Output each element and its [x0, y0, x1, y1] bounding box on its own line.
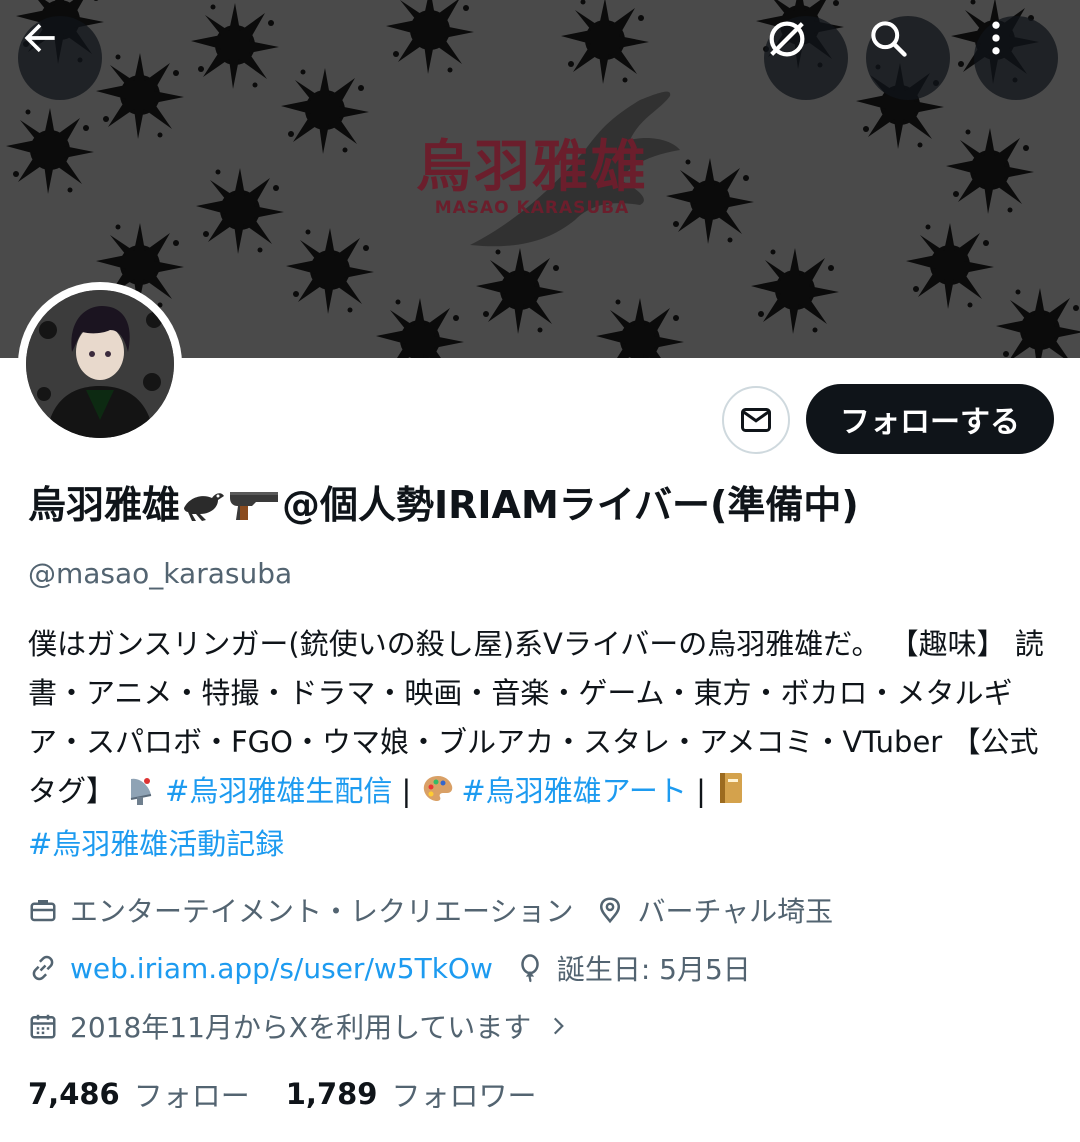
following-count: 7,486 [28, 1077, 120, 1111]
back-arrow-icon [24, 23, 55, 53]
notebook-emoji [716, 771, 746, 820]
bird-emoji [180, 484, 226, 536]
location-pin-icon [600, 897, 621, 924]
user-handle: @masao_karasuba [28, 557, 293, 590]
no-grok-icon [769, 21, 805, 57]
more-icon [992, 21, 1000, 55]
location-text: バーチャル埼玉 [637, 895, 834, 928]
profile-banner[interactable]: 烏羽雅雄 MASAO KARASUBA [0, 0, 1080, 358]
follow-button[interactable]: フォローする [806, 384, 1054, 454]
link-icon [32, 955, 54, 981]
search-icon [871, 21, 907, 57]
meta-location: バーチャル埼玉 [595, 890, 833, 930]
hashtag-art[interactable]: #烏羽雅雄アート [461, 774, 687, 808]
website-link[interactable]: web.iriam.app/s/user/w5TkOw [70, 952, 493, 985]
meta-website[interactable]: web.iriam.app/s/user/w5TkOw [28, 952, 493, 985]
bio: 僕はガンスリンガー(銃使いの殺し屋)系Vライバーの烏羽雅雄だ。 【趣味】 読書・… [28, 620, 1058, 869]
hashtag-activity[interactable]: #烏羽雅雄活動記録 [28, 827, 284, 861]
meta-birthday: 誕生日: 5月5日 [515, 948, 751, 988]
message-button[interactable] [722, 386, 790, 454]
meta-row-2: web.iriam.app/s/user/w5TkOw 誕生日: 5月5日 [28, 948, 773, 988]
display-name: 烏羽雅雄 @個人勢IRIAMライバー(準備中) [28, 480, 1068, 536]
category-text: エンターテイメント・レクリエーション [70, 895, 574, 928]
satellite-emoji [125, 771, 159, 820]
follow-stats: 7,486 フォロー 1,789 フォロワー [28, 1074, 573, 1114]
hashtag-live[interactable]: #烏羽雅雄生配信 [165, 774, 392, 808]
chevron-right-icon [554, 1017, 565, 1035]
banner-brand-logo: 烏羽雅雄 MASAO KARASUBA [416, 134, 648, 218]
mail-icon [741, 408, 771, 432]
bio-separator-1: | [401, 774, 412, 808]
following-label: フォロー [133, 1079, 250, 1113]
display-name-prefix: 烏羽雅雄 [28, 483, 181, 527]
followers-stat[interactable]: 1,789 フォロワー [286, 1073, 537, 1115]
briefcase-icon [30, 900, 56, 922]
back-button[interactable] [18, 16, 102, 100]
search-button[interactable] [866, 16, 950, 100]
meta-row-1: エンターテイメント・レクリエーション バーチャル埼玉 [28, 890, 855, 930]
more-button[interactable] [974, 16, 1058, 100]
bio-separator-2: | [696, 774, 706, 808]
avatar-image [26, 290, 174, 438]
meta-joined[interactable]: 2018年11月からXを利用しています [28, 1006, 571, 1046]
followers-label: フォロワー [391, 1079, 537, 1113]
avatar[interactable] [26, 290, 174, 438]
following-stat[interactable]: 7,486 フォロー [28, 1073, 250, 1115]
meta-row-3[interactable]: 2018年11月からXを利用しています [28, 1006, 593, 1046]
no-grok-button[interactable] [764, 16, 848, 100]
avatar-container[interactable] [18, 282, 182, 446]
joined-text: 2018年11月からXを利用しています [70, 1011, 532, 1044]
balloon-icon [521, 954, 539, 983]
display-name-suffix: @個人勢IRIAMライバー(準備中) [282, 483, 859, 527]
calendar-icon [30, 1014, 56, 1039]
meta-category: エンターテイメント・レクリエーション [28, 890, 573, 930]
birthday-text: 誕生日: 5月5日 [556, 953, 751, 986]
followers-count: 1,789 [285, 1077, 378, 1111]
pistol-emoji [226, 484, 282, 536]
profile-page: 烏羽雅雄 MASAO KARASUBA フォローする 烏羽雅雄 @個人勢IRIA… [0, 0, 1080, 1142]
palette-emoji [421, 771, 455, 820]
